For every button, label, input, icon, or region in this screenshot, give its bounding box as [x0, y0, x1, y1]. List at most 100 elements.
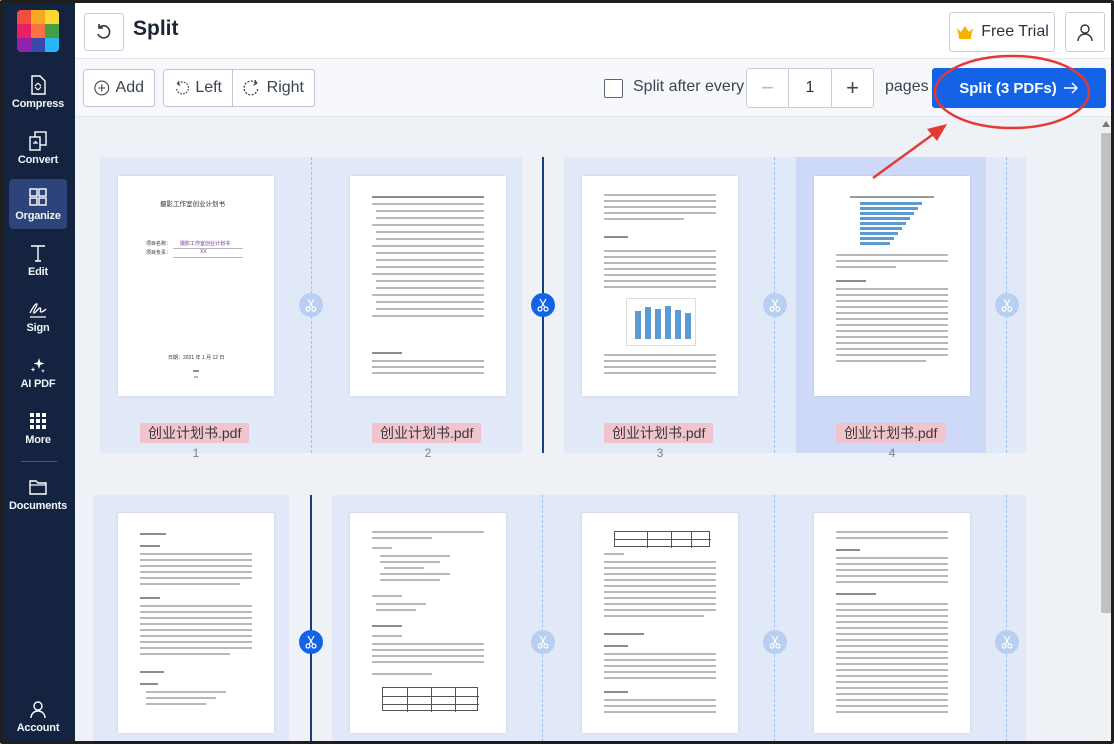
- ai-sparkle-icon: [27, 354, 49, 376]
- sidebar-item-ai-pdf[interactable]: AI PDF: [9, 347, 67, 397]
- scissors-icon: [769, 298, 781, 312]
- scissors-icon: [305, 635, 317, 649]
- doc-table: [614, 531, 711, 548]
- split-button[interactable]: Split (3 PDFs): [932, 68, 1106, 108]
- sidebar-item-label: Convert: [17, 154, 59, 166]
- scissors-button[interactable]: [995, 630, 1019, 654]
- sidebar-item-label: Sign: [26, 322, 50, 334]
- file-name-badge: 创业计划书.pdf: [372, 423, 482, 443]
- scissors-icon: [1001, 298, 1013, 312]
- sidebar-item-sign[interactable]: Sign: [9, 291, 67, 341]
- split-every-value[interactable]: 1: [788, 69, 832, 107]
- page-thumbnail: [582, 513, 738, 733]
- doc-field-label: 项目负责：: [146, 250, 172, 256]
- free-trial-button[interactable]: Free Trial: [949, 12, 1055, 52]
- compress-icon: [27, 74, 49, 96]
- page-number: 2: [424, 446, 432, 460]
- page-number: 3: [656, 446, 664, 460]
- sidebar-item-documents[interactable]: Documents: [9, 469, 67, 519]
- sidebar-item-label: AI PDF: [20, 378, 56, 390]
- sidebar-item-label: Account: [16, 722, 60, 734]
- page-thumbnail: [814, 176, 970, 396]
- doc-table: [382, 687, 479, 712]
- increment-button[interactable]: +: [832, 69, 873, 107]
- arrow-right-icon: [1063, 82, 1078, 94]
- folder-icon: [27, 476, 49, 498]
- scroll-thumb[interactable]: [1101, 133, 1111, 613]
- page-number: 4: [888, 446, 896, 460]
- scissors-button-active[interactable]: [299, 630, 323, 654]
- crown-icon: [957, 26, 974, 39]
- page-thumbnail: [814, 513, 970, 733]
- page-grid: 摄影工作室创业计划书 项目名称： 摄影工作室创业计划书 项目负责： XX 日期：…: [75, 117, 1099, 741]
- plus-circle-icon: [94, 80, 110, 96]
- split-guide: [542, 495, 543, 741]
- file-name-badge: 创业计划书.pdf: [836, 423, 946, 443]
- scissors-button[interactable]: [763, 293, 787, 317]
- split-guide: [1006, 495, 1007, 741]
- app-logo[interactable]: [17, 10, 59, 52]
- rotate-left-icon: [175, 80, 189, 95]
- scissors-icon: [305, 298, 317, 312]
- scissors-button[interactable]: [995, 293, 1019, 317]
- page-thumbnail: [118, 513, 274, 733]
- add-button[interactable]: Add: [83, 69, 155, 107]
- split-line: [310, 495, 312, 741]
- sidebar-item-label: Edit: [28, 266, 48, 278]
- split-after-every-checkbox[interactable]: [604, 79, 623, 98]
- scissors-button[interactable]: [531, 630, 555, 654]
- undo-icon: [97, 24, 111, 39]
- sidebar-item-label: Organize: [15, 210, 61, 222]
- sidebar-item-organize[interactable]: Organize: [9, 179, 67, 229]
- sidebar-divider: [21, 461, 57, 462]
- doc-field-value: XX: [200, 249, 207, 255]
- sidebar: Compress Convert Organize Edit Sign AI P…: [3, 3, 75, 741]
- page-number: 1: [192, 446, 200, 460]
- top-header: Split Free Trial: [75, 3, 1111, 59]
- grid-dots-icon: [27, 410, 49, 432]
- hbar-figure: [850, 196, 934, 248]
- scissors-icon: [537, 635, 549, 649]
- sidebar-item-more[interactable]: More: [9, 403, 67, 453]
- vertical-scrollbar[interactable]: [1099, 117, 1111, 741]
- scissors-button[interactable]: [299, 293, 323, 317]
- sidebar-item-edit[interactable]: Edit: [9, 235, 67, 285]
- split-after-every-label: Split after every: [633, 78, 745, 95]
- page-thumbnail: [350, 176, 506, 396]
- app-window: Compress Convert Organize Edit Sign AI P…: [0, 0, 1114, 744]
- page-thumbnail: [350, 513, 506, 733]
- scissors-icon: [537, 298, 549, 312]
- pages-label: pages: [885, 78, 929, 95]
- decrement-button[interactable]: −: [747, 69, 788, 107]
- sidebar-item-label: More: [25, 434, 51, 446]
- rotate-right-button[interactable]: Right: [232, 69, 315, 107]
- convert-icon: [27, 130, 49, 152]
- page-title: Split: [133, 17, 179, 40]
- toolbar: Add Left Right Split after every − 1 + p…: [75, 59, 1111, 117]
- doc-field-value: 摄影工作室创业计划书: [180, 241, 231, 247]
- sign-icon: [27, 298, 49, 320]
- scissors-button[interactable]: [763, 630, 787, 654]
- page-thumbnail: [582, 176, 738, 396]
- sidebar-item-convert[interactable]: Convert: [9, 123, 67, 173]
- edit-icon: [27, 242, 49, 264]
- doc-date: 日期：2021 年 1 月 12 日: [168, 355, 225, 361]
- user-icon: [1077, 24, 1093, 42]
- rotate-left-label: Left: [195, 79, 222, 96]
- user-profile-button[interactable]: [1065, 12, 1105, 52]
- doc-title: 摄影工作室创业计划书: [160, 201, 225, 208]
- sidebar-item-label: Documents: [8, 500, 68, 512]
- file-name-badge: 创业计划书.pdf: [604, 423, 714, 443]
- file-name-badge: 创业计划书.pdf: [140, 423, 250, 443]
- sidebar-item-compress[interactable]: Compress: [9, 67, 67, 117]
- scroll-up-arrow-icon[interactable]: [1102, 121, 1110, 127]
- scissors-button-active[interactable]: [531, 293, 555, 317]
- free-trial-label: Free Trial: [981, 23, 1049, 40]
- split-every-stepper: − 1 +: [746, 68, 874, 108]
- rotate-left-button[interactable]: Left: [163, 69, 233, 107]
- back-button[interactable]: [84, 13, 124, 51]
- scissors-icon: [769, 635, 781, 649]
- rotate-right-label: Right: [266, 79, 304, 96]
- doc-field-label: 项目名称：: [146, 241, 172, 247]
- sidebar-item-account[interactable]: Account: [9, 691, 67, 741]
